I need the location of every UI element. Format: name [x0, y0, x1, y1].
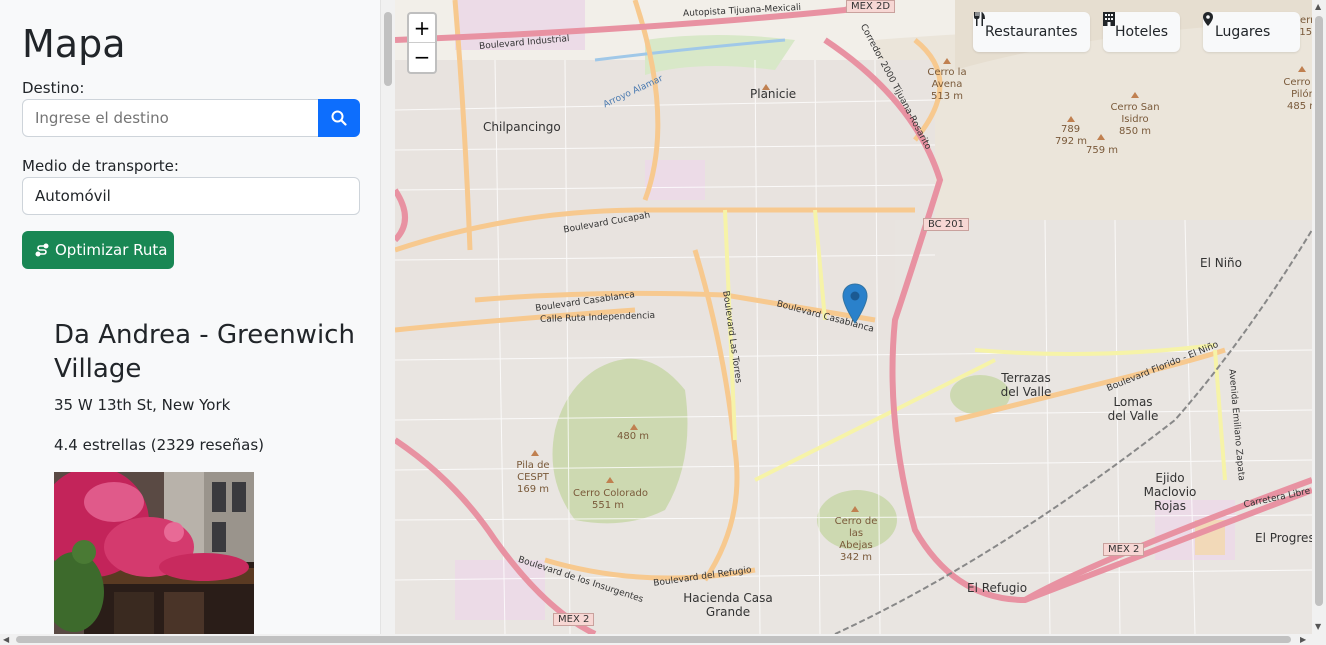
peak-759: 759 m	[1086, 145, 1119, 156]
peak-san-isidro: Cerro San Isidro 850 m	[1107, 102, 1163, 138]
peak-abejas-height: 342 m	[839, 552, 872, 563]
shield-mex2-east: MEX 2	[1103, 543, 1145, 556]
place-photo	[54, 472, 254, 634]
location-marker-icon[interactable]	[842, 283, 868, 325]
peak-cerro-colorado-name: Cerro Colorado	[573, 488, 648, 499]
chip-hoteles-label: Hoteles	[1115, 24, 1168, 40]
map-label-chilpancingo: Chilpancingo	[483, 120, 561, 134]
map-label-planicie: Planicie	[750, 87, 797, 101]
chip-lugares[interactable]: Lugares	[1203, 12, 1301, 52]
peak-792: 792 m	[1055, 136, 1088, 147]
transport-label: Medio de transporte:	[22, 157, 179, 175]
peak-abejas-name: Cerro de las Abejas	[834, 516, 878, 551]
peak-pila-height: 169 m	[516, 484, 549, 495]
map-label-el-nino: El Niño	[1200, 256, 1242, 270]
place-address: 35 W 13th St, New York	[54, 396, 231, 414]
geo-pin-icon	[1203, 12, 1213, 26]
page-vertical-scrollbar[interactable]: ▲ ▼	[1312, 0, 1326, 634]
chip-hoteles[interactable]: Hoteles	[1103, 12, 1180, 52]
shield-mex2d: MEX 2D	[846, 0, 896, 13]
page-title: Mapa	[22, 22, 126, 66]
map-label-lomas: Lomas del Valle	[1107, 395, 1159, 423]
sidebar-scrollbar[interactable]	[381, 0, 395, 634]
page-horizontal-scrollbar[interactable]: ◀ ▶	[0, 634, 1326, 645]
peak-pilon-height: 485 m	[1286, 101, 1312, 112]
map[interactable]: Planicie Chilpancingo El Niño Terrazas d…	[395, 0, 1312, 634]
peak-pila: Pila de CESPT 169 m	[513, 460, 553, 496]
building-icon	[1103, 12, 1115, 26]
map-label-el-refugio: El Refugio	[967, 581, 1028, 595]
utensils-icon	[974, 12, 985, 26]
shield-mex2-south: MEX 2	[553, 613, 595, 626]
map-label-hacienda: Hacienda Casa Grande	[683, 591, 773, 619]
sidebar: Mapa Destino: Medio de transporte: Autom…	[0, 0, 381, 634]
chip-restaurantes-label: Restaurantes	[985, 24, 1078, 40]
optimize-route-button[interactable]: Optimizar Ruta	[22, 231, 174, 269]
peak-pila-name: Pila de CESPT	[516, 460, 550, 483]
map-label-el-progreso: El Progreso	[1255, 531, 1312, 545]
transport-select[interactable]: Automóvil	[22, 177, 360, 215]
search-button[interactable]	[318, 99, 360, 137]
peak-cerro-colorado: Cerro Colorado 551 m	[573, 488, 648, 512]
peak-san-isidro-name: Cerro San Isidro	[1110, 102, 1160, 125]
peak-avena-name: Cerro la Avena	[927, 67, 967, 90]
scroll-up-icon[interactable]: ▲	[1315, 2, 1321, 11]
place-name: Da Andrea - Greenwich Village	[54, 320, 355, 384]
map-label-ejido: Ejido Maclovio Rojas	[1143, 471, 1197, 513]
place-rating: 4.4 estrellas (2329 reseñas)	[54, 436, 264, 454]
peak-abejas: Cerro de las Abejas 342 m	[831, 516, 881, 564]
peak-pilon-name: Cerro el Pilón	[1283, 77, 1312, 100]
scroll-right-icon[interactable]: ▶	[1300, 635, 1306, 644]
chip-lugares-label: Lugares	[1215, 24, 1271, 40]
peak-san-isidro-height: 850 m	[1118, 126, 1151, 137]
zoom-control: + −	[407, 12, 437, 74]
peak-cerro-colorado-height: 551 m	[591, 500, 624, 511]
peak-avena-height: 513 m	[930, 91, 963, 102]
peak-avena: Cerro la Avena 513 m	[925, 67, 969, 103]
peak-480: 480 m	[617, 431, 650, 442]
zoom-in-button[interactable]: +	[409, 14, 435, 43]
chip-restaurantes[interactable]: Restaurantes	[973, 12, 1090, 52]
shield-bc201: BC 201	[923, 218, 969, 231]
route-icon	[35, 243, 49, 257]
optimize-route-label: Optimizar Ruta	[55, 241, 168, 259]
destination-input[interactable]	[22, 99, 319, 137]
scroll-left-icon[interactable]: ◀	[3, 635, 9, 644]
peak-789: 789	[1061, 124, 1081, 135]
scroll-down-icon[interactable]: ▼	[1315, 622, 1321, 631]
search-icon	[331, 110, 347, 126]
destination-label: Destino:	[22, 79, 85, 97]
zoom-out-button[interactable]: −	[409, 43, 435, 72]
peak-pilon: Cerro el Pilón 485 m	[1283, 77, 1312, 113]
map-label-terrazas: Terrazas del Valle	[1000, 371, 1052, 399]
